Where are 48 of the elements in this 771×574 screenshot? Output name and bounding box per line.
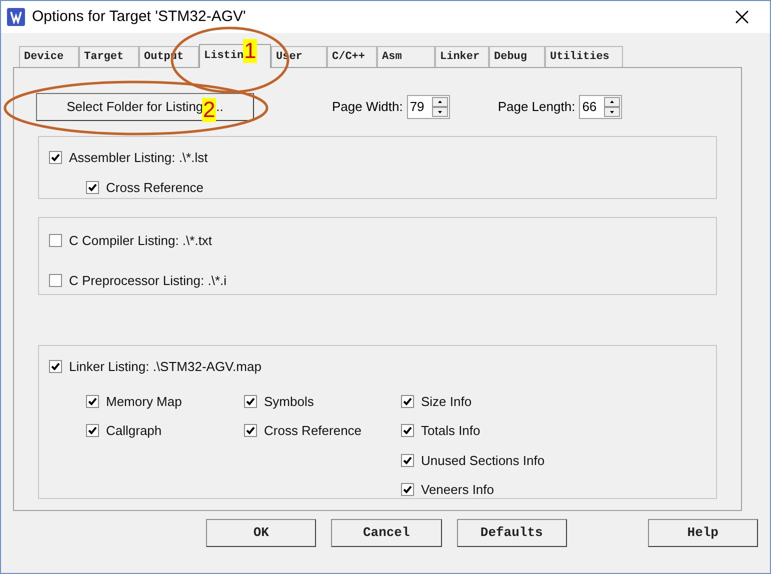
checkbox-label: Linker Listing: .\STM32-AGV.map (69, 358, 262, 376)
step-number: 1 (243, 39, 258, 63)
checkbox[interactable] (86, 180, 99, 194)
checkbox[interactable] (401, 424, 414, 438)
step-number: 2 (202, 98, 216, 122)
checkbox[interactable] (49, 234, 62, 248)
window-title: Options for Target 'STM32-AGV' (32, 6, 246, 27)
checkbox-label: Callgraph (106, 422, 162, 440)
checkbox-label: Cross Reference (264, 422, 362, 440)
dialog-button[interactable]: Defaults (456, 519, 567, 547)
checkbox[interactable] (401, 394, 414, 408)
checkbox-label: Assembler Listing: .\*.lst (69, 149, 208, 167)
checkbox[interactable] (86, 394, 99, 408)
checkbox-label: Memory Map (106, 392, 182, 411)
app-icon (7, 8, 25, 26)
checkbox-label: Unused Sections Info (421, 452, 545, 470)
tab[interactable]: Utilities (545, 46, 623, 67)
checkbox[interactable] (244, 394, 257, 408)
close-icon[interactable] (734, 9, 750, 25)
checkbox-label: Veneers Info (421, 481, 494, 499)
tab[interactable]: Device (19, 46, 79, 67)
checkbox[interactable] (49, 360, 62, 374)
checkbox-label: Cross Reference (106, 178, 204, 196)
tab[interactable]: Linker (435, 46, 489, 67)
spin-field[interactable]: 66 (579, 95, 622, 119)
tab[interactable]: Debug (489, 46, 545, 67)
dialog-button[interactable]: Help (648, 519, 758, 547)
checkbox-label: C Preprocessor Listing: .\*.i (69, 272, 227, 290)
checkbox-label: Totals Info (421, 422, 480, 440)
checkbox-label: Symbols (264, 392, 314, 411)
checkbox[interactable] (244, 424, 257, 438)
tab[interactable]: Target (79, 46, 139, 67)
tab[interactable]: C/C++ (327, 46, 377, 67)
field-label: Page Width: (332, 98, 403, 116)
tab[interactable]: Asm (377, 46, 435, 67)
checkbox-label: Size Info (421, 392, 472, 410)
checkbox[interactable] (401, 483, 414, 496)
checkbox-label: C Compiler Listing: .\*.txt (69, 232, 212, 250)
spin-arrows-icon[interactable] (432, 97, 448, 117)
spin-arrows-icon[interactable] (604, 97, 620, 117)
checkbox[interactable] (401, 454, 414, 467)
spin-field[interactable]: 79 (406, 95, 450, 119)
dialog-button[interactable]: Cancel (331, 519, 442, 547)
checkbox[interactable] (86, 424, 99, 438)
checkbox[interactable] (49, 151, 62, 164)
field-label: Page Length: (498, 98, 576, 116)
dialog-button[interactable]: OK (206, 519, 316, 547)
checkbox[interactable] (49, 274, 62, 287)
